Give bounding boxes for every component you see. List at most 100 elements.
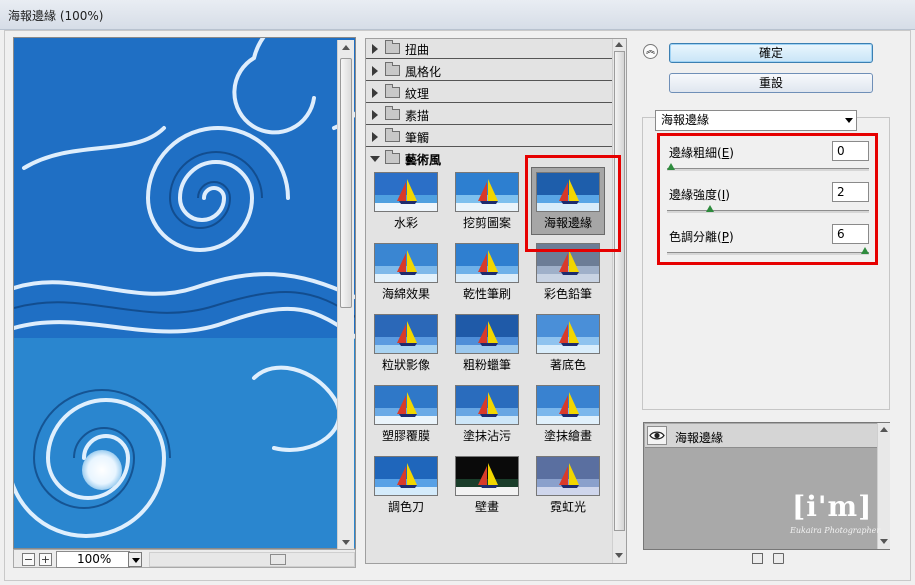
filter-thumb[interactable]: 乾性筆刷 xyxy=(447,241,527,307)
scroll-up-icon[interactable] xyxy=(615,42,623,47)
folder-icon xyxy=(385,106,400,120)
category-label: 紋理 xyxy=(405,87,430,101)
filter-preview-image xyxy=(374,456,438,496)
scroll-down-icon[interactable] xyxy=(615,553,623,558)
preview-canvas[interactable] xyxy=(13,37,356,549)
filter-name: 塑膠覆膜 xyxy=(381,429,430,443)
expand-triangle-icon[interactable] xyxy=(372,66,378,76)
folder-icon xyxy=(385,40,400,54)
scroll-up-icon[interactable] xyxy=(342,45,350,50)
filter-thumb[interactable]: 海綿效果 xyxy=(366,241,446,307)
preview-hscroll-thumb[interactable] xyxy=(270,554,286,565)
folder-icon xyxy=(385,62,400,76)
visibility-toggle[interactable] xyxy=(647,426,667,445)
filter-thumb[interactable]: 著底色 xyxy=(528,312,608,378)
filter-name: 乾性筆刷 xyxy=(462,287,511,301)
filter-thumb[interactable]: 水彩 xyxy=(366,170,446,236)
filter-thumb[interactable]: 調色刀 xyxy=(366,454,446,520)
folder-open-icon xyxy=(385,150,400,164)
filter-thumb[interactable]: 霓虹光 xyxy=(528,454,608,520)
category-texture[interactable]: 紋理 xyxy=(366,83,612,103)
filter-thumb[interactable]: 粒狀影像 xyxy=(366,312,446,378)
scroll-down-icon[interactable] xyxy=(342,540,350,545)
layer-name: 海報邊緣 xyxy=(675,431,724,445)
folder-icon xyxy=(385,128,400,142)
filter-name: 水彩 xyxy=(393,216,418,230)
zoom-out-button[interactable]: − xyxy=(22,553,35,566)
filter-preview-image xyxy=(536,385,600,425)
filter-name: 壁畫 xyxy=(474,500,499,514)
filter-preview-image xyxy=(455,243,519,283)
filter-preview-image xyxy=(374,172,438,212)
filter-preview-image xyxy=(455,385,519,425)
watermark-logo: [i'm] Eukaira Photographer xyxy=(790,490,881,535)
filter-name: 挖剪圖案 xyxy=(462,216,511,230)
filter-select[interactable]: 海報邊緣 xyxy=(655,110,857,131)
filter-thumb[interactable]: 塑膠覆膜 xyxy=(366,383,446,449)
expand-triangle-icon[interactable] xyxy=(372,88,378,98)
category-sketch[interactable]: 素描 xyxy=(366,105,612,125)
selected-filter-highlight xyxy=(525,155,621,252)
filter-preview-image xyxy=(455,456,519,496)
expand-triangle-icon[interactable] xyxy=(372,132,378,142)
gallery-scroll-thumb[interactable] xyxy=(614,51,625,531)
gallery-scrollbar[interactable] xyxy=(612,39,626,563)
category-label: 風格化 xyxy=(405,65,442,79)
scroll-down-icon[interactable] xyxy=(880,539,888,544)
chevron-down-icon xyxy=(845,118,853,123)
zoom-dropdown-button[interactable] xyxy=(128,552,142,567)
folder-icon xyxy=(385,84,400,98)
new-effect-layer-icon[interactable] xyxy=(752,553,763,564)
title-bar: 海報邊緣 (100%) xyxy=(0,0,915,30)
preview-vscroll-thumb[interactable] xyxy=(340,58,352,308)
ok-button[interactable]: 確定 xyxy=(669,43,873,63)
filter-thumb[interactable]: 塗抹沾污 xyxy=(447,383,527,449)
filter-thumb[interactable]: 粗粉蠟筆 xyxy=(447,312,527,378)
delete-layer-icon[interactable] xyxy=(773,553,784,564)
preview-horizontal-scrollbar[interactable] xyxy=(149,552,355,567)
eye-icon xyxy=(649,431,665,440)
category-label: 藝術風 xyxy=(405,153,442,167)
chevron-down-icon xyxy=(132,558,140,563)
filter-name: 塗抹繪畫 xyxy=(543,429,592,443)
filter-name: 塗抹沾污 xyxy=(462,429,511,443)
zoom-in-button[interactable]: + xyxy=(39,553,52,566)
window-title: 海報邊緣 (100%) xyxy=(8,9,104,23)
effect-layer-row[interactable]: 海報邊緣 xyxy=(645,424,877,448)
filter-name: 粒狀影像 xyxy=(381,358,430,372)
expand-triangle-icon[interactable] xyxy=(372,44,378,54)
expand-triangle-icon[interactable] xyxy=(372,110,378,120)
category-label: 素描 xyxy=(405,109,430,123)
filter-preview-image xyxy=(536,456,600,496)
filter-name: 著底色 xyxy=(549,358,586,372)
category-distort[interactable]: 扭曲 xyxy=(366,39,612,59)
filter-preview-image xyxy=(536,314,600,354)
filter-thumb[interactable]: 壁畫 xyxy=(447,454,527,520)
filter-preview-image xyxy=(374,243,438,283)
preview-image xyxy=(14,38,355,548)
filter-name: 粗粉蠟筆 xyxy=(462,358,511,372)
reset-button[interactable]: 重設 xyxy=(669,73,873,93)
filter-preview-image xyxy=(455,172,519,212)
filter-name: 霓虹光 xyxy=(549,500,586,514)
filter-name: 調色刀 xyxy=(387,500,424,514)
filter-preview-image xyxy=(374,314,438,354)
filter-preview-image xyxy=(374,385,438,425)
zoom-level-field[interactable]: 100% xyxy=(56,551,130,568)
category-brush-strokes[interactable]: 筆觸 xyxy=(366,127,612,147)
preview-vertical-scrollbar[interactable] xyxy=(337,40,354,550)
filter-name: 海綿效果 xyxy=(381,287,430,301)
category-stylize[interactable]: 風格化 xyxy=(366,61,612,81)
preview-zoom-bar: − + 100% xyxy=(13,549,356,568)
filter-gallery: 扭曲 風格化 紋理 素描 筆觸 藝術風 水彩 挖剪圖案 海報邊緣 海綿效果 乾性筆刷 彩色… xyxy=(365,38,627,564)
filter-select-value: 海報邊緣 xyxy=(661,113,710,127)
category-label: 扭曲 xyxy=(405,43,430,57)
filter-thumb[interactable]: 塗抹繪畫 xyxy=(528,383,608,449)
collapse-triangle-icon[interactable] xyxy=(370,156,380,162)
filter-thumb[interactable]: 挖剪圖案 xyxy=(447,170,527,236)
collapse-gallery-icon[interactable]: ︽ xyxy=(643,44,658,59)
params-highlight xyxy=(657,133,878,265)
category-label: 筆觸 xyxy=(405,131,430,145)
filter-preview-image xyxy=(455,314,519,354)
scroll-up-icon[interactable] xyxy=(880,427,888,432)
